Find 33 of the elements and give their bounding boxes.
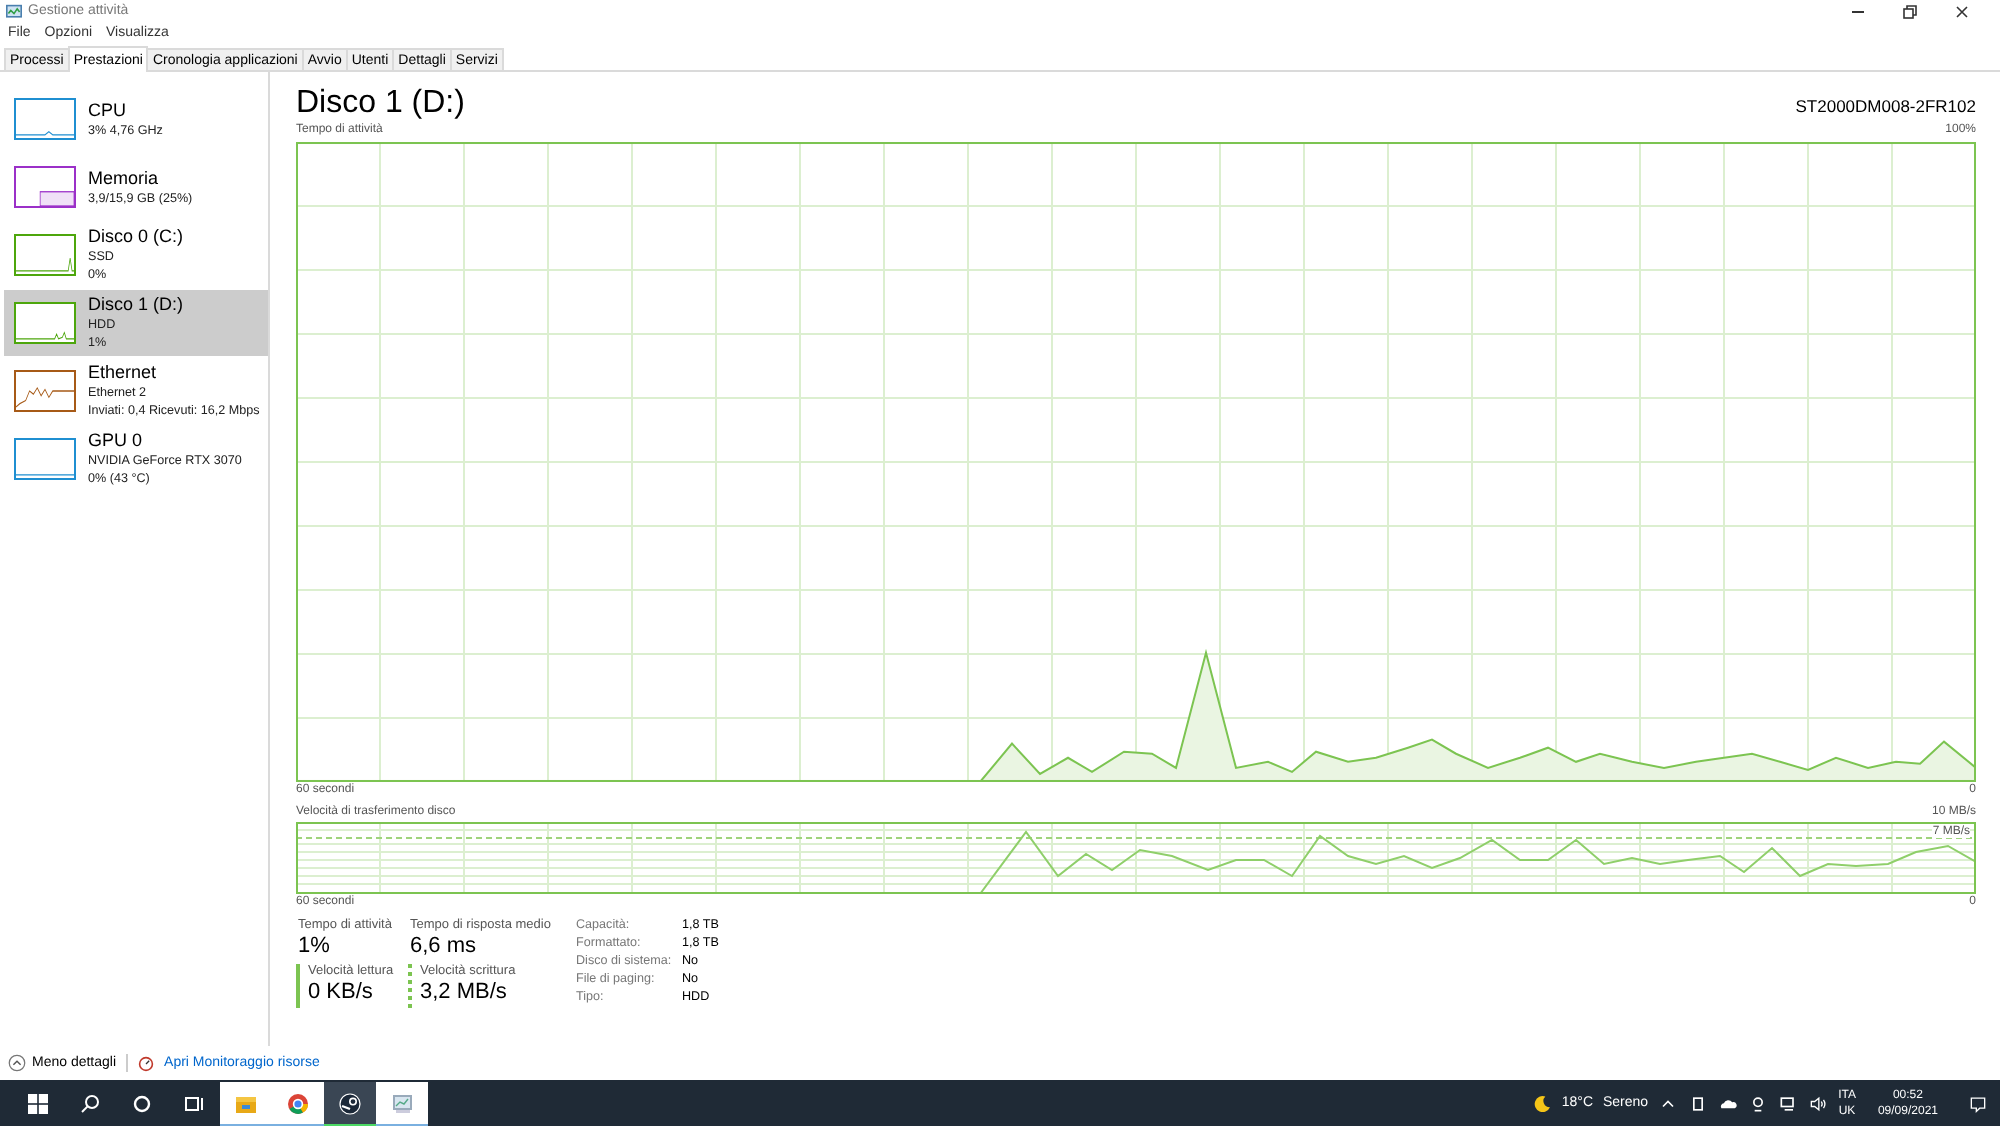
browser-icon[interactable] (272, 1081, 324, 1125)
monitor-gauge-icon (138, 1055, 155, 1071)
item-name: Memoria (88, 167, 161, 189)
game-launcher-icon[interactable] (324, 1081, 376, 1125)
stat-value: 0 KB/s (308, 978, 375, 1008)
item-name: GPU 0 (88, 430, 145, 452)
network-icon[interactable] (1778, 1093, 1799, 1113)
mini-graph (14, 166, 76, 208)
stat-value: 1% (298, 932, 332, 962)
mini-graph (14, 370, 76, 412)
mini-graph (14, 438, 76, 480)
stat-value: 6,6 ms (410, 932, 479, 962)
mini-graph (14, 98, 76, 140)
disk-title: Disco 1 (D:) (296, 86, 465, 122)
tablet-icon[interactable] (1688, 1093, 1709, 1113)
item-name: Disco 0 (C:) (88, 226, 184, 248)
mini-graph (14, 302, 76, 344)
app-icon (6, 3, 22, 19)
webcam-icon[interactable] (1748, 1093, 1769, 1113)
folder-icon[interactable] (220, 1081, 272, 1125)
restore-icon[interactable] (1900, 1, 1920, 21)
notification-icon[interactable] (1968, 1093, 1988, 1113)
stat-value: 3,2 MB/s (420, 978, 509, 1008)
chevron-up-icon (8, 1054, 26, 1072)
disk-model: ST2000DM008-2FR102 (1795, 94, 1976, 120)
speaker-icon[interactable] (1808, 1093, 1829, 1113)
monitor-app-icon[interactable] (376, 1081, 428, 1125)
moon-icon[interactable] (1531, 1093, 1552, 1113)
close-icon[interactable] (1952, 1, 1972, 21)
item-name: CPU (88, 99, 129, 121)
mini-graph (14, 234, 76, 276)
item-name: Ethernet (88, 362, 159, 384)
item-name: Disco 1 (D:) (88, 294, 184, 316)
